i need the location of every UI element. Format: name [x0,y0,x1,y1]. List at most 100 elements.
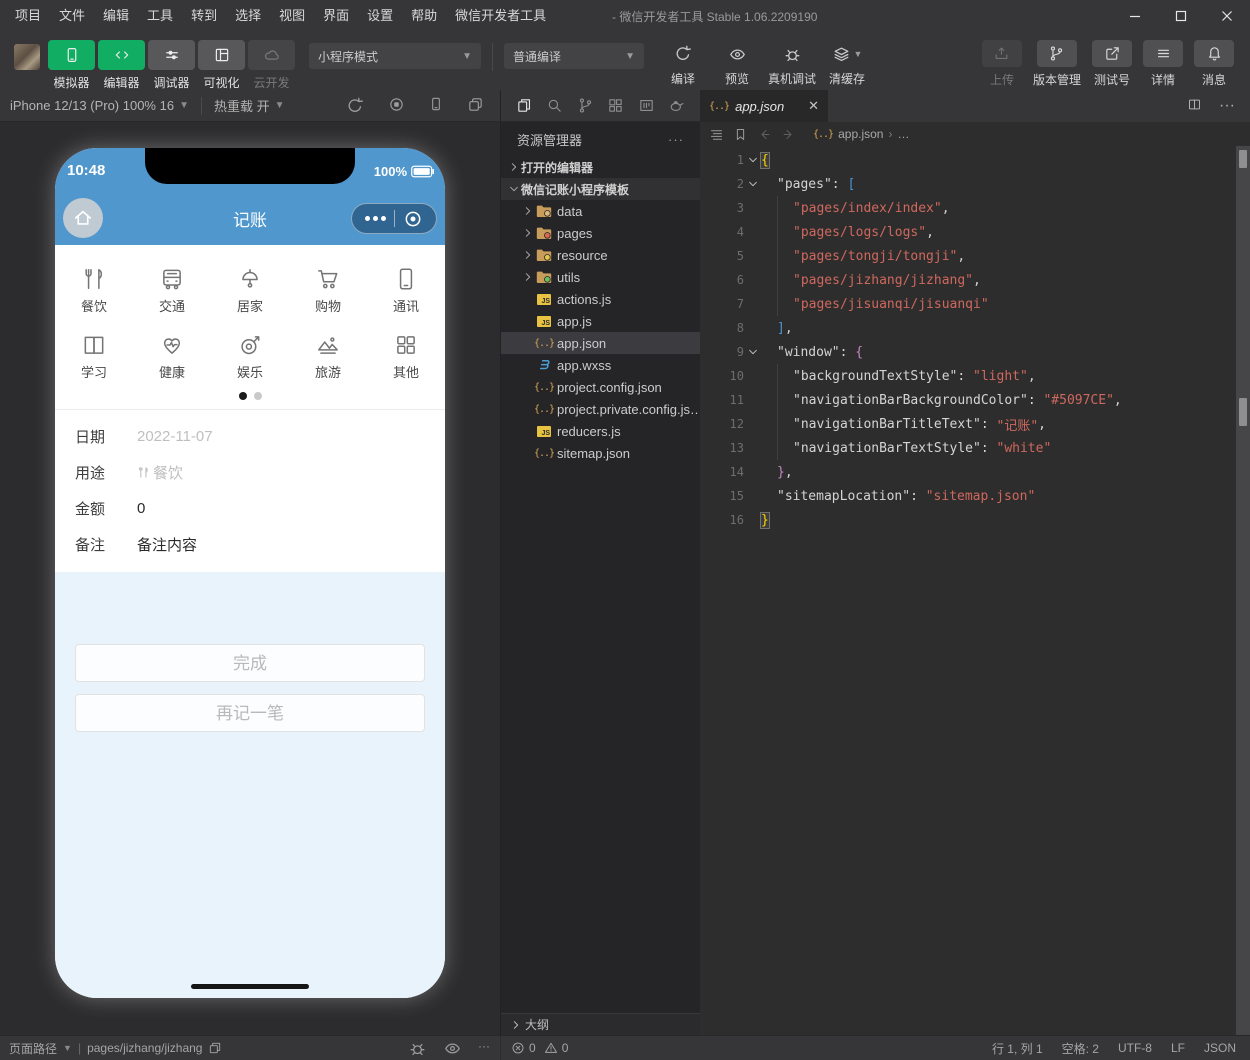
code-line-7[interactable]: 7 "pages/jisuanqi/jisuanqi" [700,292,1250,316]
toolbar-button-云开发[interactable]: 云开发 [248,40,295,91]
code-line-11[interactable]: 11 "navigationBarBackgroundColor": "#5097… [700,388,1250,412]
menu-item[interactable]: 转到 [182,0,226,32]
split-editor-icon[interactable] [1187,97,1202,115]
record-icon[interactable] [388,96,405,116]
more-icon[interactable]: ··· [478,1039,490,1058]
tree-item-app.json[interactable]: {..} app.json [501,332,700,354]
category-娱乐[interactable]: 娱乐 [211,323,289,389]
back-icon[interactable] [757,127,772,142]
mode-select[interactable]: 小程序模式 ▼ [309,43,481,69]
category-通讯[interactable]: 通讯 [367,257,445,323]
tree-item-app.wxss[interactable]: ᗱ app.wxss [501,354,700,376]
fold-icon[interactable] [744,347,761,357]
code-line-14[interactable]: 14}, [700,460,1250,484]
copy-icon[interactable] [208,1041,222,1055]
device-selector[interactable]: iPhone 12/13 (Pro) 100% 16 [10,98,174,113]
tree-item-project.config.json[interactable]: {..} project.config.json [501,376,700,398]
action-清缓存[interactable]: ▼ 清缓存 [824,40,870,87]
minimize-capsule-icon[interactable] [403,209,423,229]
action-测试号[interactable]: 测试号 [1092,40,1132,88]
more-icon[interactable]: ··· [668,132,684,147]
close-button[interactable] [1204,0,1250,32]
outline-list-icon[interactable] [709,127,724,142]
warnings-icon[interactable] [544,1041,558,1055]
code-line-9[interactable]: 9 "window": { [700,340,1250,364]
status-item[interactable]: LF [1171,1041,1185,1055]
action-编译[interactable]: 编译 [660,40,706,87]
code-line-5[interactable]: 5 "pages/tongji/tongji", [700,244,1250,268]
code-line-1[interactable]: 1{ [700,148,1250,172]
tab-app-json[interactable]: {..} app.json ✕ [700,90,828,122]
extensions-icon[interactable] [607,97,624,114]
phone-button-再记一笔[interactable]: 再记一笔 [75,694,425,732]
maximize-button[interactable] [1158,0,1204,32]
toolbar-button-编辑器[interactable]: 编辑器 [98,40,145,91]
tree-item-utils[interactable]: utils [501,266,700,288]
code-line-3[interactable]: 3 "pages/index/index", [700,196,1250,220]
menu-item[interactable]: 帮助 [402,0,446,32]
files-icon[interactable] [516,97,533,114]
code-line-10[interactable]: 10 "backgroundTextStyle": "light", [700,364,1250,388]
status-item[interactable]: 空格: 2 [1062,1040,1099,1057]
outline-section[interactable]: 大纲 [501,1013,700,1035]
minimize-button[interactable] [1112,0,1158,32]
hot-reload-toggle[interactable]: 热重载 开 [214,96,270,115]
code-line-8[interactable]: 8], [700,316,1250,340]
compile-select[interactable]: 普通编译 ▼ [504,43,644,69]
code-line-15[interactable]: 15 "sitemapLocation": "sitemap.json" [700,484,1250,508]
menu-item[interactable]: 文件 [50,0,94,32]
form-value[interactable]: 餐饮 [137,462,183,483]
detach-window-icon[interactable] [467,96,484,116]
errors-icon[interactable] [511,1041,525,1055]
fold-icon[interactable] [744,155,761,165]
status-item[interactable]: 行 1, 列 1 [992,1040,1043,1057]
form-value[interactable]: 2022-11-07 [137,428,213,445]
page-path-selector[interactable]: 页面路径 [9,1040,57,1057]
category-交通[interactable]: 交通 [133,257,211,323]
code-editor[interactable]: 1{2 "pages": [3 "pages/index/index", 4 "page… [700,146,1250,1035]
menu-item[interactable]: 选择 [226,0,270,32]
user-avatar[interactable] [14,44,40,70]
tree-item-微信记账小程序模板[interactable]: 微信记账小程序模板 [501,178,700,200]
bug-icon[interactable] [408,1039,427,1058]
device-frame-icon[interactable] [428,96,444,116]
category-居家[interactable]: 居家 [211,257,289,323]
category-其他[interactable]: 其他 [367,323,445,389]
menu-item[interactable]: 设置 [358,0,402,32]
teapot-icon[interactable] [668,97,685,114]
category-健康[interactable]: 健康 [133,323,211,389]
tree-item-app.js[interactable]: JS app.js [501,310,700,332]
menu-item[interactable]: 界面 [314,0,358,32]
form-row-金额[interactable]: 金额 0 [55,490,445,526]
source-control-icon[interactable] [577,97,594,114]
phone-button-完成[interactable]: 完成 [75,644,425,682]
code-line-16[interactable]: 16} [700,508,1250,532]
tree-item-reducers.js[interactable]: JS reducers.js [501,420,700,442]
tree-item-data[interactable]: data [501,200,700,222]
code-line-2[interactable]: 2 "pages": [ [700,172,1250,196]
close-icon[interactable]: ✕ [808,98,819,114]
menu-item[interactable]: 编辑 [94,0,138,32]
menu-item[interactable]: 工具 [138,0,182,32]
more-icon[interactable]: ··· [1219,97,1235,115]
form-row-日期[interactable]: 日期 2022-11-07 [55,418,445,454]
breadcrumb-more[interactable]: … [897,127,909,141]
code-line-12[interactable]: 12 "navigationBarTitleText": "记账", [700,412,1250,436]
status-item[interactable]: UTF-8 [1118,1041,1152,1055]
more-icon[interactable] [365,216,386,221]
tree-item-pages[interactable]: pages [501,222,700,244]
code-line-6[interactable]: 6 "pages/jizhang/jizhang", [700,268,1250,292]
eye-icon[interactable] [443,1039,462,1058]
action-消息[interactable]: 消息 [1194,40,1234,88]
npm-icon[interactable] [638,97,655,114]
menu-item[interactable]: 项目 [6,0,50,32]
code-line-4[interactable]: 4 "pages/logs/logs", [700,220,1250,244]
category-旅游[interactable]: 旅游 [289,323,367,389]
tree-item-resource[interactable]: resource [501,244,700,266]
tree-item-actions.js[interactable]: JS actions.js [501,288,700,310]
category-学习[interactable]: 学习 [55,323,133,389]
editor-scrollbar[interactable] [1236,146,1250,1035]
menu-item[interactable]: 微信开发者工具 [446,0,555,32]
action-预览[interactable]: 预览 [714,40,760,87]
status-item[interactable]: JSON [1204,1041,1236,1055]
